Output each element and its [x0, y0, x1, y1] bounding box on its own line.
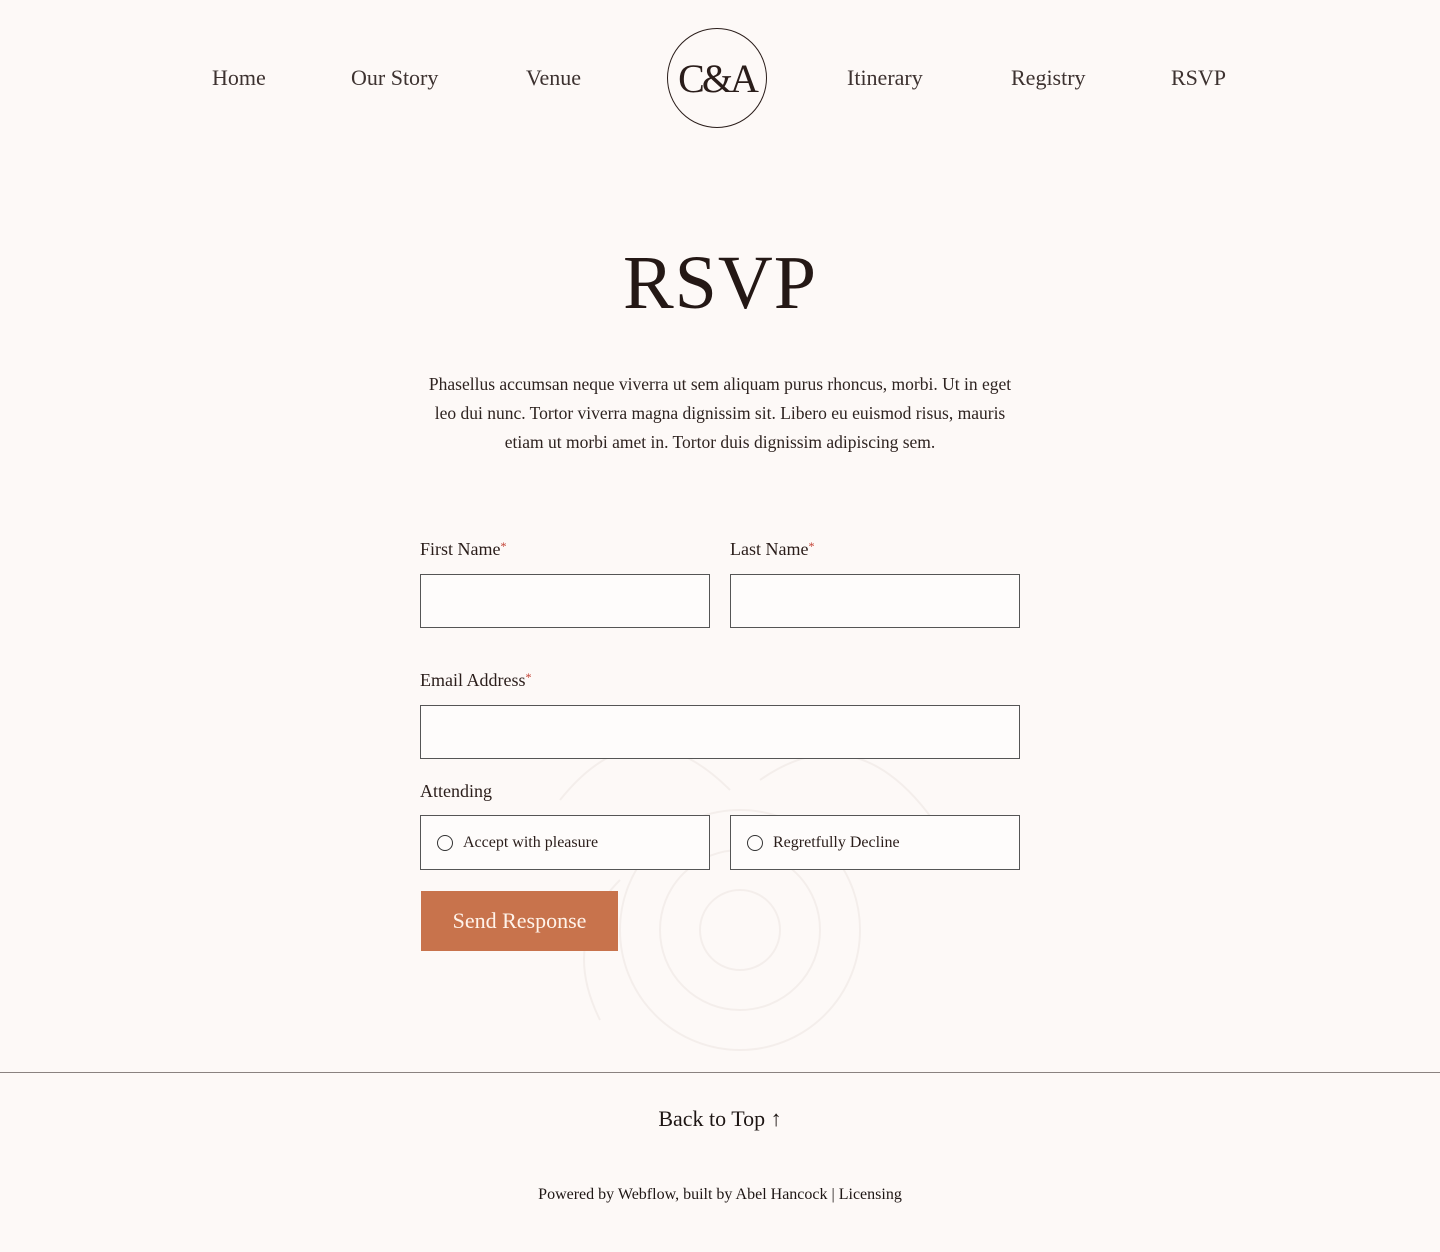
nav-itinerary[interactable]: Itinerary	[847, 62, 923, 94]
footer-divider	[0, 1072, 1440, 1073]
first-name-label: First Name*	[420, 539, 507, 559]
attending-label: Attending	[420, 781, 492, 801]
accept-option[interactable]: Accept with pleasure	[420, 815, 710, 870]
back-to-top-link[interactable]: Back to Top ↑	[0, 1106, 1440, 1132]
main-nav: Home Our Story Venue C&A Itinerary Regis…	[0, 0, 1440, 150]
footer-credits: Powered by Webflow, built by Abel Hancoc…	[538, 1186, 902, 1203]
author-link[interactable]: Abel Hancock	[736, 1186, 828, 1203]
nav-home[interactable]: Home	[212, 62, 266, 94]
licensing-link[interactable]: Licensing	[839, 1186, 902, 1203]
logo-monogram[interactable]: C&A	[667, 28, 767, 128]
nav-venue[interactable]: Venue	[526, 62, 581, 94]
decline-label: Regretfully Decline	[773, 833, 900, 851]
accept-label: Accept with pleasure	[463, 833, 599, 851]
webflow-link[interactable]: Webflow	[618, 1186, 675, 1203]
nav-registry[interactable]: Registry	[1011, 62, 1086, 94]
last-name-input[interactable]	[730, 574, 1020, 628]
send-response-button[interactable]: Send Response	[421, 891, 618, 951]
radio-decline[interactable]	[747, 834, 763, 851]
email-input[interactable]	[420, 705, 1020, 759]
last-name-label: Last Name*	[730, 539, 815, 559]
first-name-input[interactable]	[420, 574, 710, 628]
intro-text: Phasellus accumsan neque viverra ut sem …	[428, 374, 1012, 452]
nav-rsvp[interactable]: RSVP	[1171, 62, 1226, 94]
nav-our-story[interactable]: Our Story	[351, 62, 438, 94]
decline-option[interactable]: Regretfully Decline	[730, 815, 1020, 870]
radio-accept[interactable]	[437, 834, 453, 851]
email-label: Email Address*	[420, 670, 532, 690]
page-title: RSVP	[622, 241, 818, 325]
